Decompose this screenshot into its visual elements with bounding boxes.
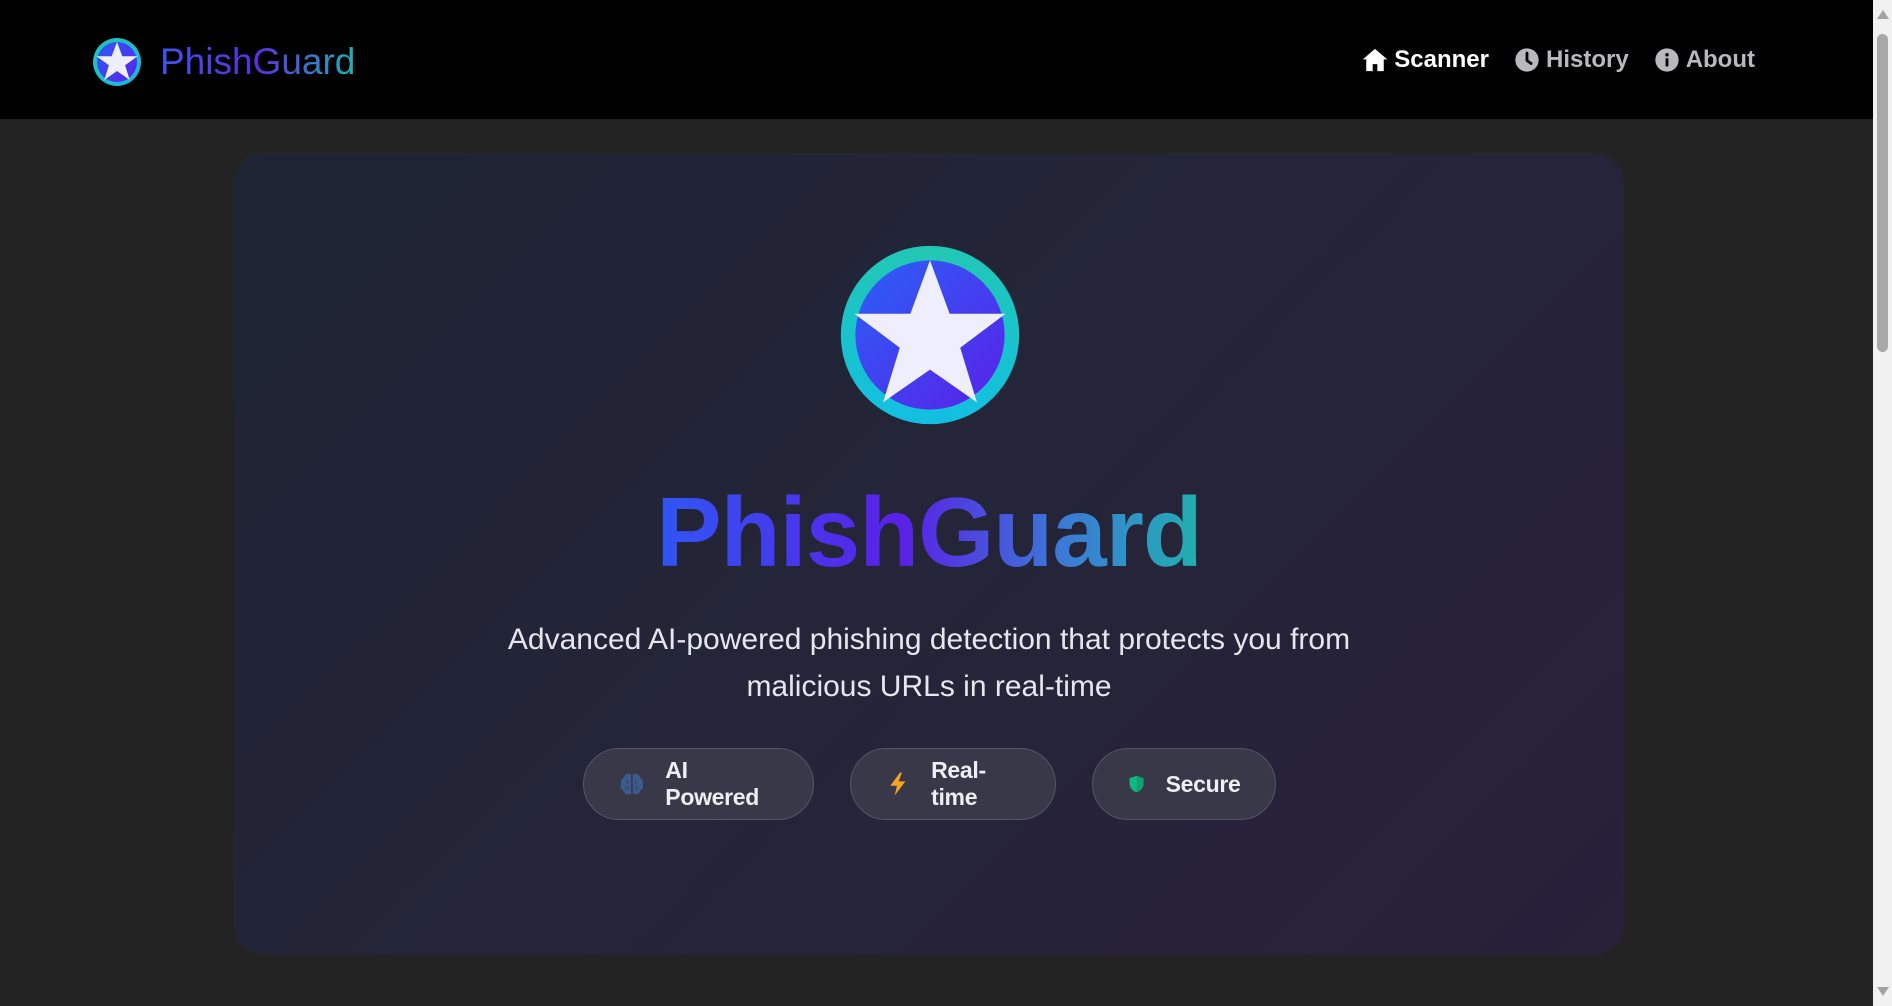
feature-pills: AI Powered Real-time Secure — [235, 748, 1623, 820]
nav-scanner[interactable]: Scanner — [1361, 44, 1489, 76]
feature-ai-powered: AI Powered — [582, 748, 814, 820]
scroll-thumb[interactable] — [1877, 34, 1888, 352]
nav-scanner-label: Scanner — [1394, 46, 1489, 73]
feature-secure-label: Secure — [1165, 770, 1241, 797]
nav-about[interactable]: About — [1653, 44, 1755, 76]
hero-subtitle: Advanced AI-powered phishing detection t… — [507, 623, 1351, 703]
nav-history-label: History — [1546, 46, 1629, 73]
lightning-icon — [889, 772, 905, 796]
home-icon — [1363, 48, 1388, 72]
feature-real-time: Real-time — [849, 748, 1056, 820]
scroll-down-arrow-icon[interactable] — [1877, 987, 1889, 996]
info-icon — [1655, 48, 1679, 72]
star-shield-icon — [93, 38, 141, 86]
hero-title: PhishGuard — [235, 472, 1623, 592]
shield-icon — [1129, 775, 1144, 793]
page-scrollbar[interactable] — [1873, 0, 1892, 1006]
brand-link[interactable]: PhishGuard — [92, 37, 355, 87]
hero-logo-icon — [840, 245, 1020, 425]
hero-title-text: PhishGuard — [656, 477, 1202, 587]
nav-history[interactable]: History — [1513, 44, 1629, 76]
clock-icon — [1515, 48, 1539, 72]
brain-icon — [620, 773, 643, 795]
page: PhishGuard Scanner History About PhishGu… — [0, 0, 1892, 1006]
nav-about-label: About — [1685, 46, 1755, 73]
hero-card: PhishGuard Advanced AI-powered phishing … — [235, 154, 1623, 954]
main-nav: Scanner History About — [1337, 44, 1755, 76]
feature-real-time-label: Real-time — [931, 757, 986, 810]
scroll-up-arrow-icon[interactable] — [1877, 10, 1889, 19]
feature-secure: Secure — [1091, 748, 1276, 820]
brand-name: PhishGuard — [160, 38, 355, 86]
top-navbar: PhishGuard Scanner History About — [0, 0, 1873, 119]
feature-ai-powered-label: AI Powered — [665, 757, 760, 810]
